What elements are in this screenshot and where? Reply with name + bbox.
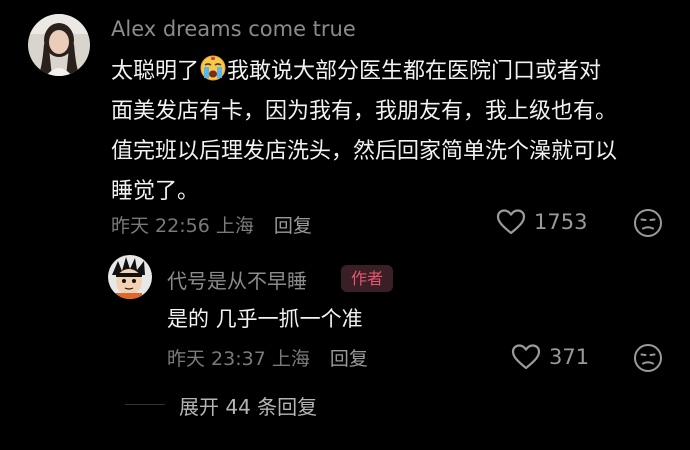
reply-timestamp: 昨天 23:37	[167, 348, 266, 370]
reply-text: 是的 几乎一抓一个准	[167, 307, 363, 331]
reply-dislike-button[interactable]	[633, 343, 663, 373]
comment-timestamp: 昨天 22:56	[111, 215, 210, 237]
sad-face-icon	[634, 344, 662, 372]
commenter-avatar[interactable]	[28, 14, 90, 76]
reply-like-count: 371	[549, 345, 590, 369]
comment-dislike-button[interactable]	[633, 208, 663, 238]
heart-icon	[496, 209, 526, 235]
comment-reply-button[interactable]: 回复	[274, 215, 312, 237]
crying-face-emoji-icon	[200, 55, 226, 81]
comment-line-1b-text: 我敢说大部分医生都在医院门口或者对	[227, 59, 602, 84]
reply-like-button[interactable]: 371	[511, 343, 589, 371]
comment-like-button[interactable]: 1753	[496, 208, 587, 236]
heart-icon	[511, 344, 541, 370]
comment-line-1: 太聪明了 我敢说大部分医生都在医院门口或者对	[111, 52, 671, 92]
comment-line-1-text: 太聪明了	[111, 59, 200, 84]
comment-line-2: 面美发店有卡，因为我有，我朋友有，我上级也有。	[111, 99, 618, 124]
reply-meta: 昨天 23:37 上海 回复	[167, 344, 368, 371]
reply-reply-button[interactable]: 回复	[330, 348, 368, 370]
comment-line-3: 值完班以后理发店洗头，然后回家简单洗个澡就可以	[111, 139, 618, 164]
author-avatar[interactable]	[108, 255, 152, 299]
comment-meta: 昨天 22:56 上海 回复	[111, 211, 312, 238]
author-username[interactable]: 代号是从不早睡	[167, 265, 307, 294]
author-badge: 作者	[341, 265, 393, 292]
expand-divider	[125, 404, 165, 405]
expand-replies-button[interactable]: 展开 44 条回复	[179, 391, 317, 420]
comment-location: 上海	[215, 215, 254, 237]
reply-location: 上海	[271, 348, 310, 370]
sad-face-icon	[634, 209, 662, 237]
comment-text: 太聪明了 我敢说大部分医生都在医院门口或者对 面美发店有卡，因为我有，我朋友有，…	[111, 52, 671, 212]
commenter-username[interactable]: Alex dreams come true	[111, 17, 356, 41]
comment-line-4: 睡觉了。	[111, 179, 200, 204]
comment-like-count: 1753	[534, 210, 588, 234]
